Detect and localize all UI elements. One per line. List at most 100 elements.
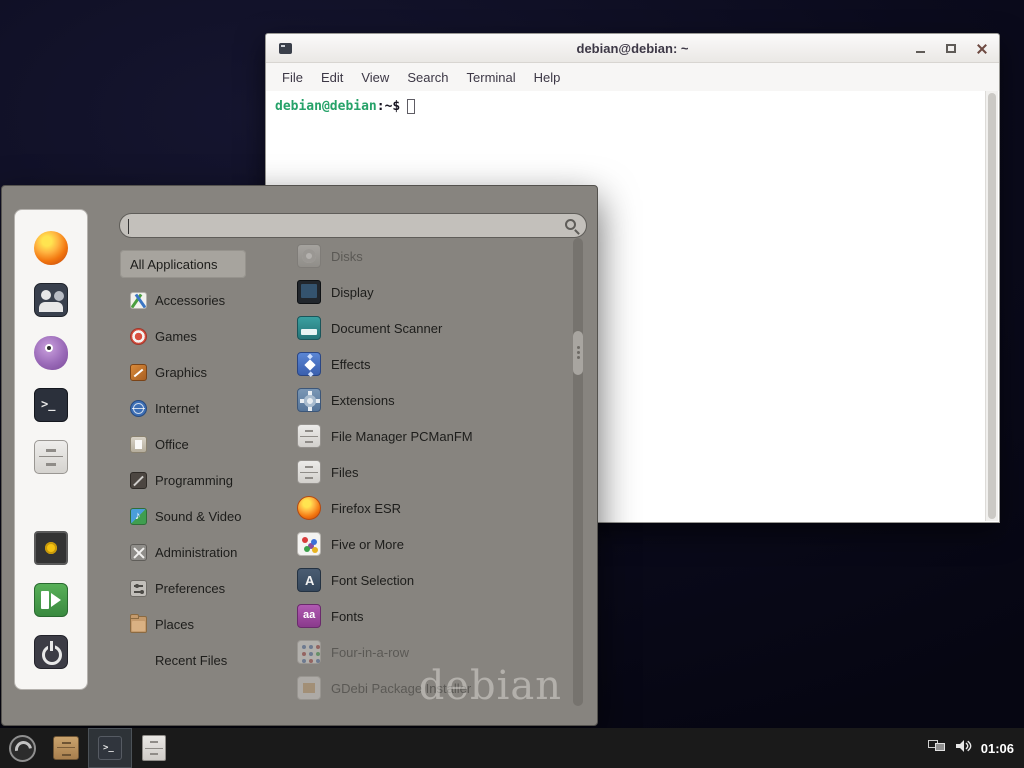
taskbar-status-area: 01:06: [928, 739, 1024, 758]
app-item-extensions[interactable]: Extensions: [285, 382, 571, 418]
category-label: Places: [155, 617, 194, 632]
menu-view[interactable]: View: [361, 70, 389, 85]
games-icon: [130, 328, 147, 345]
app-label: Effects: [331, 357, 371, 372]
graphics-icon: [130, 364, 147, 381]
menu-search-input[interactable]: [120, 214, 586, 237]
app-label: Files: [331, 465, 358, 480]
network-icon[interactable]: [928, 739, 946, 757]
app-item-font-selection[interactable]: Font Selection: [285, 562, 571, 598]
app-item-firefox-esr[interactable]: Firefox ESR: [285, 490, 571, 526]
disks-icon: [297, 244, 321, 268]
app-item-document-scanner[interactable]: Document Scanner: [285, 310, 571, 346]
app-item-pcmanfm[interactable]: File Manager PCManFM: [285, 418, 571, 454]
firefox-icon[interactable]: [34, 231, 68, 265]
menu-file[interactable]: File: [282, 70, 303, 85]
app-label: Five or More: [331, 537, 404, 552]
menu-help[interactable]: Help: [534, 70, 561, 85]
terminal-icon[interactable]: [34, 388, 68, 422]
category-label: All Applications: [130, 257, 217, 272]
menu-terminal[interactable]: Terminal: [467, 70, 516, 85]
app-item-files[interactable]: Files: [285, 454, 571, 490]
lock-screen-icon[interactable]: [34, 531, 68, 565]
app-label: Display: [331, 285, 374, 300]
terminal-icon: [98, 736, 122, 760]
category-label: Graphics: [155, 365, 207, 380]
pcmanfm-icon: [297, 424, 321, 448]
preferences-icon: [130, 580, 147, 597]
places-icon: [130, 616, 147, 633]
app-label: Extensions: [331, 393, 395, 408]
clock[interactable]: 01:06: [981, 741, 1014, 756]
internet-icon: [130, 400, 147, 417]
text-caret: [128, 219, 129, 234]
menu-button[interactable]: [0, 728, 44, 768]
sound-video-icon: [130, 508, 147, 525]
debian-watermark: debian: [419, 663, 562, 709]
extensions-icon: [297, 388, 321, 412]
taskbar-files-button[interactable]: [132, 728, 176, 768]
category-sound-video[interactable]: Sound & Video: [120, 498, 284, 534]
effects-icon: [297, 352, 321, 376]
menu-scrollbar-thumb[interactable]: [573, 331, 583, 375]
menu-search-box[interactable]: [119, 213, 587, 238]
category-administration[interactable]: Administration: [120, 534, 284, 570]
category-recent-files[interactable]: Recent Files: [120, 642, 284, 678]
maximize-button[interactable]: [944, 42, 958, 56]
category-office[interactable]: Office: [120, 426, 284, 462]
applications-menu: All Applications Accessories Games Graph…: [1, 185, 598, 726]
category-label: Sound & Video: [155, 509, 242, 524]
shutdown-icon[interactable]: [34, 635, 68, 669]
favorites-panel: [14, 209, 88, 690]
close-button[interactable]: [975, 42, 989, 56]
files-icon: [142, 735, 166, 761]
pidgin-icon[interactable]: [34, 336, 68, 370]
four-in-a-row-icon: [297, 640, 321, 664]
app-label: Firefox ESR: [331, 501, 401, 516]
prompt-user: debian@debian: [275, 99, 377, 114]
app-label: Font Selection: [331, 573, 414, 588]
category-label: Preferences: [155, 581, 225, 596]
menu-search[interactable]: Search: [407, 70, 448, 85]
terminal-scrollbar[interactable]: [985, 91, 998, 521]
category-label: Programming: [155, 473, 233, 488]
app-label: Fonts: [331, 609, 364, 624]
app-item-display[interactable]: Display: [285, 274, 571, 310]
app-item-effects[interactable]: Effects: [285, 346, 571, 382]
terminal-window-controls: [913, 34, 989, 63]
category-places[interactable]: Places: [120, 606, 284, 642]
firefox-icon: [297, 496, 321, 520]
app-item-fonts[interactable]: Fonts: [285, 598, 571, 634]
image-viewer-icon[interactable]: [34, 283, 68, 317]
close-icon: [976, 43, 988, 55]
terminal-scrollbar-thumb[interactable]: [988, 93, 996, 519]
file-manager-icon[interactable]: [34, 440, 68, 474]
taskbar-file-manager-button[interactable]: [44, 728, 88, 768]
log-out-icon[interactable]: [34, 583, 68, 617]
taskbar-terminal-button[interactable]: [88, 728, 132, 768]
terminal-menubar: File Edit View Search Terminal Help: [266, 63, 999, 91]
gdebi-icon: [297, 676, 321, 700]
category-label: Recent Files: [155, 653, 227, 668]
menu-edit[interactable]: Edit: [321, 70, 343, 85]
category-games[interactable]: Games: [120, 318, 284, 354]
search-icon: [565, 219, 576, 230]
category-programming[interactable]: Programming: [120, 462, 284, 498]
prompt-path: :~$: [377, 99, 400, 114]
category-preferences[interactable]: Preferences: [120, 570, 284, 606]
programming-icon: [130, 472, 147, 489]
volume-icon[interactable]: [955, 739, 972, 758]
category-all-applications[interactable]: All Applications: [120, 250, 246, 278]
taskbar: 01:06: [0, 728, 1024, 768]
app-item-disks[interactable]: Disks: [285, 238, 571, 274]
terminal-titlebar[interactable]: debian@debian: ~: [266, 34, 999, 63]
minimize-button[interactable]: [913, 42, 927, 56]
menu-scrollbar[interactable]: [573, 238, 583, 706]
document-scanner-icon: [297, 316, 321, 340]
app-item-five-or-more[interactable]: Five or More: [285, 526, 571, 562]
category-internet[interactable]: Internet: [120, 390, 284, 426]
category-label: Administration: [155, 545, 237, 560]
category-accessories[interactable]: Accessories: [120, 282, 284, 318]
app-label: Document Scanner: [331, 321, 442, 336]
category-graphics[interactable]: Graphics: [120, 354, 284, 390]
